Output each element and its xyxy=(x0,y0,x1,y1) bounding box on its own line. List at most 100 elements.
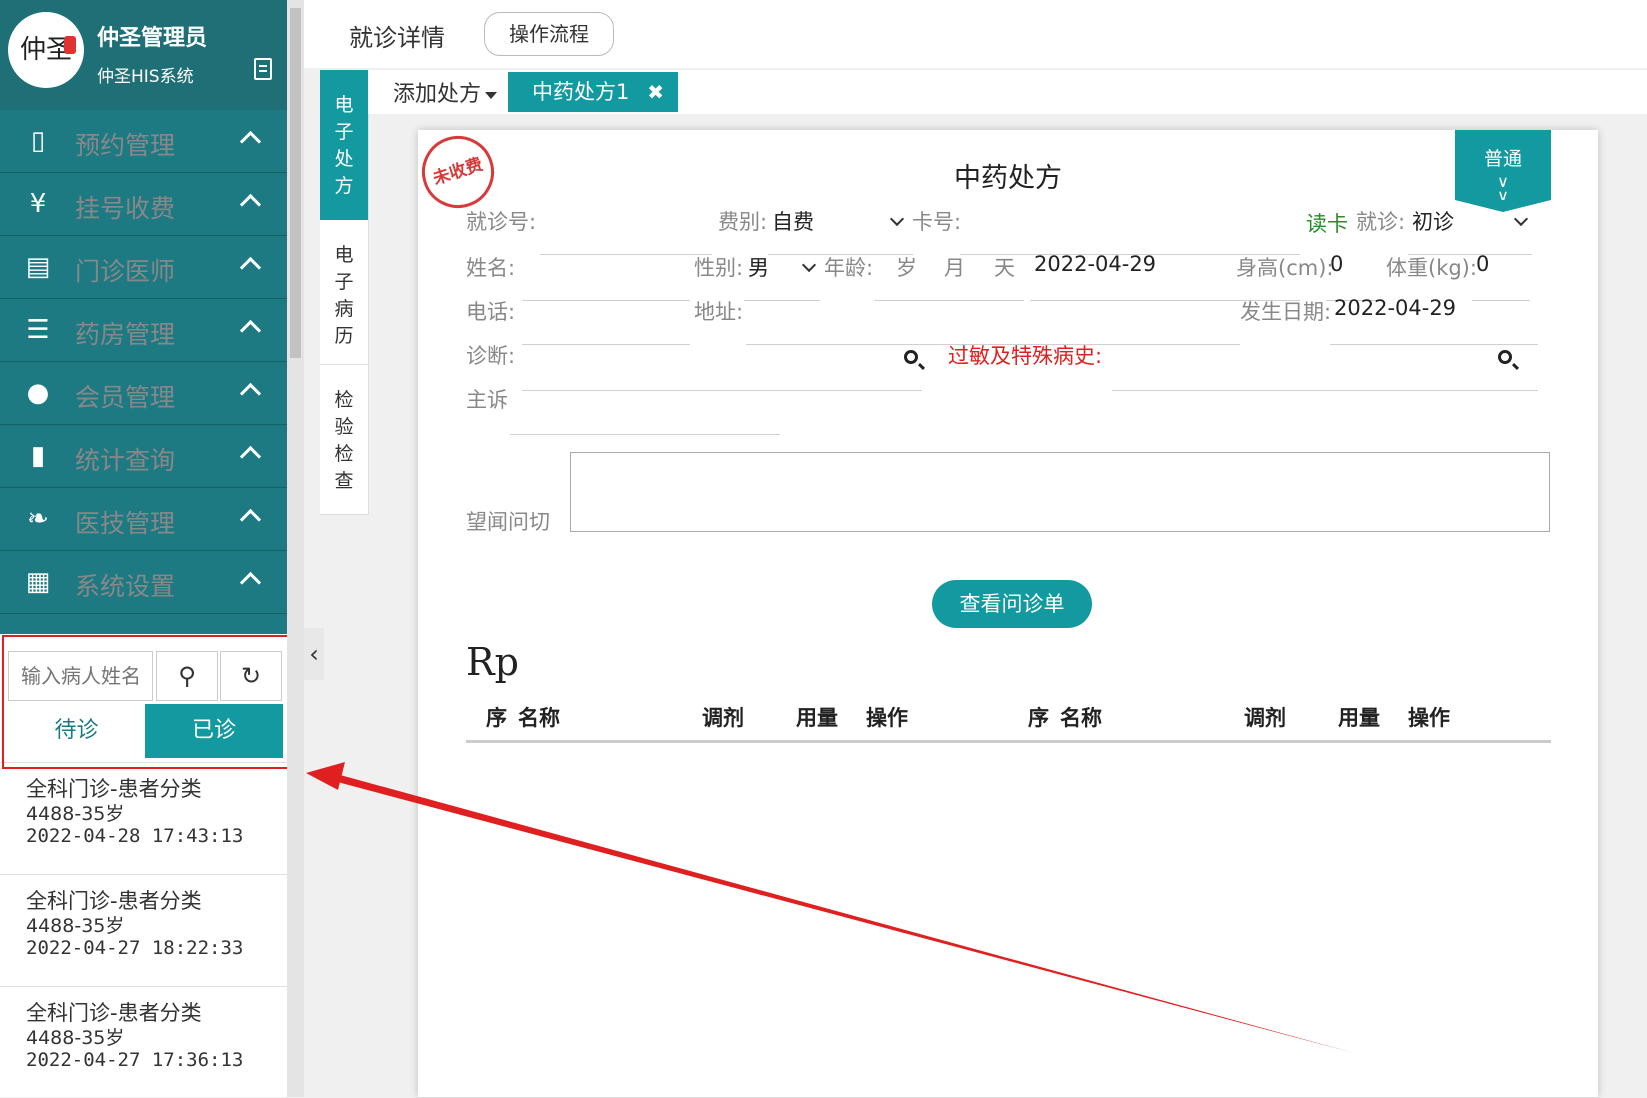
patient-time: 2022-04-27 17:36:13 xyxy=(26,1049,244,1071)
allergy-field[interactable] xyxy=(1112,390,1538,391)
leaf-icon: ❧ xyxy=(27,504,49,534)
table-header-divider xyxy=(466,740,1551,743)
grid-icon: ▦ xyxy=(25,567,51,597)
search-icon[interactable] xyxy=(904,350,918,364)
col-header: 操作 xyxy=(866,706,908,730)
list-item[interactable]: 全科门诊-患者分类 4488-35岁 2022-04-27 17:36:13 xyxy=(0,986,287,1098)
name-label: 姓名: xyxy=(466,256,516,280)
add-prescription-dropdown[interactable]: 添加处方 xyxy=(393,76,498,108)
menu-item-statistics[interactable]: ▮ 统计查询 xyxy=(0,425,287,488)
sidebar-scrollbar[interactable] xyxy=(287,0,304,1097)
menu-label: 医技管理 xyxy=(75,509,176,538)
gender-select[interactable]: 男 xyxy=(748,252,769,282)
list-item[interactable]: 全科门诊-患者分类 4488-35岁 2022-04-27 18:22:33 xyxy=(0,874,287,986)
fee-type-select[interactable]: 自费 xyxy=(772,206,814,236)
visit-type-label: 就诊: xyxy=(1356,210,1406,234)
list-icon: ▤ xyxy=(25,252,51,282)
occur-date-value[interactable]: 2022-04-29 xyxy=(1334,296,1456,320)
menu-label: 系统设置 xyxy=(75,572,176,601)
col-header: 调剂 xyxy=(1244,706,1286,730)
chevron-up-icon xyxy=(239,130,262,153)
chevron-up-icon xyxy=(239,382,262,405)
occur-date-label: 发生日期: xyxy=(1240,300,1332,324)
read-card-button[interactable]: 读卡 xyxy=(1306,208,1348,238)
patient-info: 4488-35岁 xyxy=(26,803,125,825)
col-header: 用量 xyxy=(1338,706,1380,730)
edit-icon[interactable] xyxy=(254,58,272,80)
diagnosis-field[interactable] xyxy=(522,390,922,391)
sidebar: 仲圣 仲圣管理员 仲圣HIS系统 ▯ 预约管理 ¥ 挂号收费 ▤ 门诊医师 ☰ … xyxy=(0,0,287,1097)
avatar[interactable]: 仲圣 xyxy=(8,12,84,88)
search-icon[interactable] xyxy=(1498,350,1512,364)
tab-lab-exam[interactable]: 检验检查 xyxy=(320,365,368,515)
weight-value[interactable]: 0 xyxy=(1476,252,1489,276)
caret-down-icon xyxy=(485,91,498,99)
menu-item-settings[interactable]: ▦ 系统设置 xyxy=(0,551,287,614)
tab-tcm-prescription-1[interactable]: 中药处方1 ✖ xyxy=(508,72,678,112)
tab-label: 电子处方 xyxy=(334,94,354,197)
weight-label: 体重(kg): xyxy=(1386,256,1477,280)
col-header: 用量 xyxy=(796,706,838,730)
prescription-title: 中药处方 xyxy=(954,163,1062,194)
tab-e-prescription[interactable]: 电子处方 xyxy=(320,70,368,220)
diagnosis-label: 诊断: xyxy=(466,344,516,368)
phone-icon: ▯ xyxy=(30,126,46,156)
height-value[interactable]: 0 xyxy=(1330,252,1343,276)
col-header: 操作 xyxy=(1408,706,1450,730)
chevron-down-icon xyxy=(889,211,905,227)
menu-item-member[interactable]: ● 会员管理 xyxy=(0,362,287,425)
menu-item-appointment[interactable]: ▯ 预约管理 xyxy=(0,110,287,173)
visit-no-field[interactable] xyxy=(540,254,712,255)
user-name: 仲圣管理员 xyxy=(97,26,208,51)
menu-item-doctor[interactable]: ▤ 门诊医师 xyxy=(0,236,287,299)
tab-label: 电子病历 xyxy=(334,244,354,347)
col-header: 名称 xyxy=(518,706,560,730)
user-icon: ● xyxy=(26,378,50,408)
menu-item-medtech[interactable]: ❧ 医技管理 xyxy=(0,488,287,551)
age-month-unit: 月 xyxy=(944,256,965,280)
col-header: 序 xyxy=(486,706,507,730)
arrow-head xyxy=(306,762,345,790)
vertical-tabs: 电子处方 电子病历 检验检查 xyxy=(320,70,369,515)
visit-date-value[interactable]: 2022-04-29 xyxy=(1034,252,1156,276)
flow-button[interactable]: 操作流程 xyxy=(484,12,614,56)
tcm-diagnosis-textarea[interactable] xyxy=(570,452,1550,532)
complaint-field[interactable] xyxy=(510,434,780,435)
menu-item-registration[interactable]: ¥ 挂号收费 xyxy=(0,173,287,236)
view-inquiry-button[interactable]: 查看问诊单 xyxy=(932,580,1092,628)
visit-type-select[interactable]: 初诊 xyxy=(1412,206,1454,236)
menu-label: 预约管理 xyxy=(75,131,176,160)
scrollbar-thumb[interactable] xyxy=(290,8,301,358)
bar-chart-icon: ▮ xyxy=(30,441,46,471)
chevron-up-icon xyxy=(239,571,262,594)
chevron-up-icon xyxy=(239,508,262,531)
age-field[interactable] xyxy=(874,300,1024,301)
collapse-sidebar-button[interactable]: ‹ xyxy=(304,628,324,680)
name-field[interactable] xyxy=(522,300,690,301)
chevron-up-icon xyxy=(239,256,262,279)
menu-label: 门诊医师 xyxy=(75,257,176,286)
list-item[interactable]: 全科门诊-患者分类 4488-35岁 2022-04-28 17:43:13 xyxy=(0,762,287,874)
chevron-up-icon xyxy=(239,193,262,216)
menu-label: 会员管理 xyxy=(75,383,176,412)
menu-label: 药房管理 xyxy=(75,320,176,349)
profile-header: 仲圣 仲圣管理员 仲圣HIS系统 xyxy=(0,0,287,110)
age-year-unit: 岁 xyxy=(896,256,917,280)
patient-info: 4488-35岁 xyxy=(26,915,125,937)
seal-icon xyxy=(64,36,76,54)
height-label: 身高(cm): xyxy=(1236,256,1334,280)
phone-field[interactable] xyxy=(522,344,690,345)
close-icon[interactable]: ✖ xyxy=(647,72,664,112)
priority-ribbon[interactable]: 普通 ∨ ∨ xyxy=(1455,130,1551,212)
prescription-card: 未收费 中药处方 普通 ∨ ∨ 就诊号: 费别: 自费 卡号: 读卡 就诊: 初诊 … xyxy=(412,126,1598,1097)
chevron-up-icon xyxy=(239,445,262,468)
ribbon-label: 普通 xyxy=(1483,148,1522,170)
rp-label: Rp xyxy=(466,640,519,684)
weight-underline xyxy=(1472,300,1530,301)
system-name: 仲圣HIS系统 xyxy=(97,67,194,87)
age-label: 年龄: xyxy=(824,256,874,280)
tab-e-record[interactable]: 电子病历 xyxy=(320,220,368,365)
chevron-left-icon: ‹ xyxy=(309,640,319,668)
chevron-down-icon xyxy=(801,257,817,273)
menu-item-pharmacy[interactable]: ☰ 药房管理 xyxy=(0,299,287,362)
